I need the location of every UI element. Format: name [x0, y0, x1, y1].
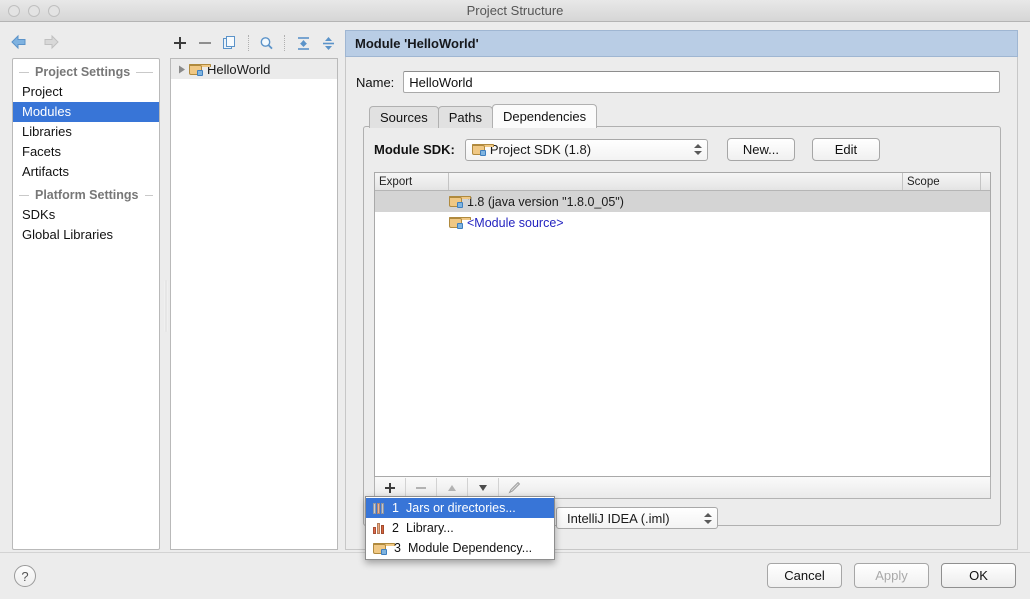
tab-paths[interactable]: Paths: [437, 106, 493, 128]
menu-item-library[interactable]: 2 Library...: [366, 518, 554, 538]
row-name-cell: <Module source>: [449, 216, 990, 230]
footer-buttons: Cancel Apply OK: [767, 563, 1016, 588]
add-dependency-button[interactable]: [375, 477, 406, 498]
menu-item-module-dependency[interactable]: 3 Module Dependency...: [366, 538, 554, 558]
sidebar-item-facets[interactable]: Facets: [13, 142, 159, 162]
apply-button[interactable]: Apply: [854, 563, 929, 588]
table-row[interactable]: 1.8 (java version "1.8.0_05"): [375, 191, 990, 212]
dependency-storage-row: IntelliJ IDEA (.iml): [556, 507, 718, 529]
add-dependency-menu: 1 Jars or directories... 2 Library... 3 …: [365, 496, 555, 560]
title-bar: Project Structure: [0, 0, 1030, 22]
menu-item-label: Library...: [406, 521, 454, 535]
dependency-storage-value: IntelliJ IDEA (.iml): [567, 510, 670, 526]
expand-all-icon[interactable]: [295, 33, 312, 53]
menu-item-number: 1: [392, 501, 399, 515]
tab-sources[interactable]: Sources: [369, 106, 439, 128]
collapse-all-icon[interactable]: [320, 33, 337, 53]
move-up-button[interactable]: [437, 477, 468, 498]
navigation-toolbar: [10, 30, 70, 56]
detail-header-title: Module 'HelloWorld': [345, 30, 1018, 57]
copy-icon[interactable]: [222, 33, 239, 53]
module-source-icon: [449, 217, 471, 229]
library-icon: [373, 522, 384, 534]
window-title: Project Structure: [466, 3, 564, 18]
group-title: Platform Settings: [35, 188, 139, 202]
combo-arrows-icon[interactable]: [704, 508, 712, 528]
row-label: <Module source>: [467, 215, 564, 230]
module-tree-toolbar: [172, 30, 337, 56]
dependencies-pane: Module SDK: Project SDK (1.8) New... Edi…: [363, 126, 1001, 529]
module-detail-panel: Module 'HelloWorld' Name: Sources Paths …: [345, 30, 1018, 550]
project-structure-window: Project Structure Project Settings Proje…: [0, 0, 1030, 599]
module-tabs: Sources Paths Dependencies: [369, 104, 598, 128]
dependencies-table: Export Scope 1.8 (java version "1.8.0_05…: [374, 172, 991, 477]
move-down-button[interactable]: [468, 477, 499, 498]
column-header-name[interactable]: [449, 173, 903, 190]
splitter-handle[interactable]: [164, 280, 168, 332]
detail-body: Name: Sources Paths Dependencies Module …: [345, 57, 1018, 550]
dependency-storage-combo[interactable]: IntelliJ IDEA (.iml): [556, 507, 718, 529]
row-label: 1.8 (java version "1.8.0_05"): [467, 194, 624, 209]
module-tree: HelloWorld: [170, 58, 338, 550]
module-name-input[interactable]: [403, 71, 1001, 93]
tree-row-helloworld[interactable]: HelloWorld: [171, 59, 337, 79]
settings-sidebar: Project Settings Project Modules Librari…: [12, 58, 160, 550]
remove-module-icon[interactable]: [197, 33, 214, 53]
arrow-right-icon[interactable]: [42, 34, 60, 53]
cancel-button[interactable]: Cancel: [767, 563, 842, 588]
tree-row-label: HelloWorld: [207, 61, 271, 77]
chevron-right-icon[interactable]: [175, 65, 189, 74]
module-sdk-value: Project SDK (1.8): [489, 142, 592, 157]
toolbar-separator: [284, 35, 286, 51]
column-header-pad: [981, 173, 990, 190]
ok-button[interactable]: OK: [941, 563, 1016, 588]
sidebar-item-libraries[interactable]: Libraries: [13, 122, 159, 142]
module-sdk-row: Module SDK: Project SDK (1.8) New... Edi…: [374, 138, 880, 161]
column-header-export[interactable]: Export: [375, 173, 449, 190]
menu-item-jars-or-directories[interactable]: 1 Jars or directories...: [366, 498, 554, 518]
search-icon[interactable]: [259, 33, 276, 53]
module-folder-icon: [373, 542, 395, 555]
help-button[interactable]: ?: [14, 565, 36, 587]
sidebar-item-project[interactable]: Project: [13, 82, 159, 102]
sidebar-item-sdks[interactable]: SDKs: [13, 205, 159, 225]
menu-item-number: 2: [392, 521, 399, 535]
toolbar-separator: [247, 35, 250, 51]
new-sdk-button[interactable]: New...: [726, 138, 795, 161]
combo-arrows-icon[interactable]: [693, 140, 702, 160]
panel-splitter[interactable]: [163, 58, 169, 550]
group-header-platform-settings: Platform Settings: [13, 185, 159, 205]
add-module-icon[interactable]: [172, 33, 189, 53]
sidebar-item-modules[interactable]: Modules: [13, 102, 159, 122]
remove-dependency-button[interactable]: [406, 477, 437, 498]
menu-item-label: Module Dependency...: [408, 541, 533, 555]
jars-icon: [373, 502, 384, 514]
name-row: Name:: [356, 71, 1001, 93]
table-header-row: Export Scope: [375, 173, 990, 191]
table-row[interactable]: <Module source>: [375, 212, 990, 233]
group-header-project-settings: Project Settings: [13, 62, 159, 82]
arrow-left-icon[interactable]: [10, 34, 28, 53]
sdk-folder-icon: [471, 144, 494, 156]
group-title: Project Settings: [35, 65, 131, 79]
column-header-scope[interactable]: Scope: [903, 173, 981, 190]
sidebar-item-global-libraries[interactable]: Global Libraries: [13, 225, 159, 245]
module-sdk-combo[interactable]: Project SDK (1.8): [464, 138, 708, 161]
edit-dependency-button[interactable]: [499, 478, 529, 498]
menu-item-label: Jars or directories...: [406, 501, 516, 515]
sidebar-item-artifacts[interactable]: Artifacts: [13, 162, 159, 182]
edit-sdk-button[interactable]: Edit: [811, 138, 880, 161]
row-name-cell: 1.8 (java version "1.8.0_05"): [449, 195, 990, 209]
name-label: Name:: [356, 74, 395, 90]
module-folder-icon: [189, 63, 211, 76]
tab-dependencies[interactable]: Dependencies: [491, 104, 598, 128]
sdk-folder-icon: [449, 196, 471, 208]
module-sdk-label: Module SDK:: [374, 142, 455, 157]
